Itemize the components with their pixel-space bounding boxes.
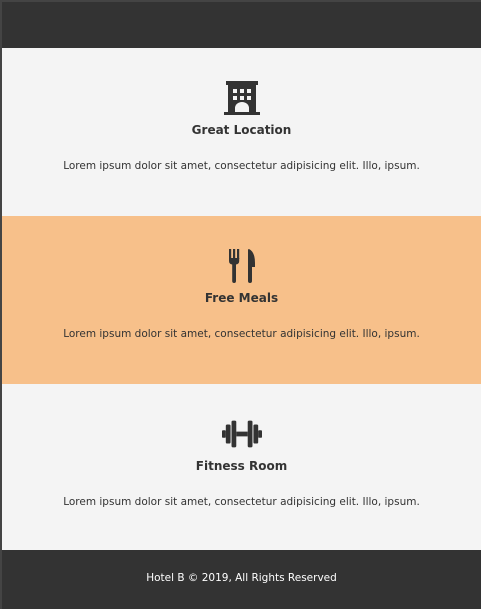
feature-title: Great Location (191, 123, 292, 137)
footer-copyright: Hotel B © 2019, All Rights Reserved (146, 572, 337, 584)
feature-description: Lorem ipsum dolor sit amet, consectetur … (63, 160, 420, 172)
hotel-icon (222, 80, 262, 116)
feature-section-fitness: Fitness Room Lorem ipsum dolor sit amet,… (2, 384, 481, 552)
feature-section-location: Great Location Lorem ipsum dolor sit ame… (2, 48, 481, 216)
dumbbell-icon (221, 416, 262, 452)
feature-title: Free Meals (204, 291, 279, 305)
feature-description: Lorem ipsum dolor sit amet, consectetur … (63, 328, 420, 340)
feature-section-meals: Free Meals Lorem ipsum dolor sit amet, c… (2, 216, 481, 384)
feature-title: Fitness Room (195, 459, 288, 473)
feature-description: Lorem ipsum dolor sit amet, consectetur … (63, 496, 420, 508)
page: Great Location Lorem ipsum dolor sit ame… (0, 0, 481, 609)
footer: Hotel B © 2019, All Rights Reserved (2, 550, 481, 609)
top-navbar (2, 2, 481, 48)
utensils-icon (222, 248, 262, 284)
